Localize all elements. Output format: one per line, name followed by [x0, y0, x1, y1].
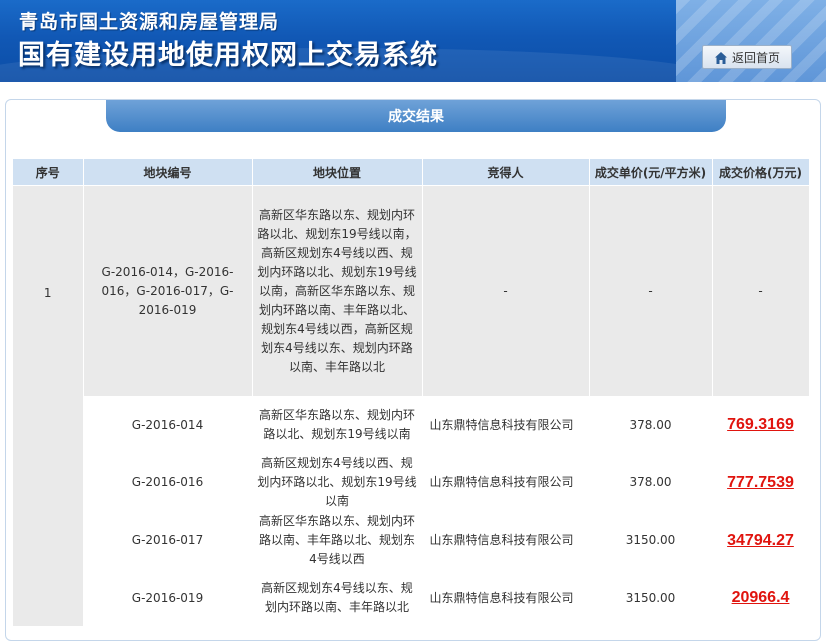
- total-price-value: -: [758, 283, 763, 298]
- winner-value: 山东鼎特信息科技有限公司: [429, 475, 574, 489]
- total-price-cell: 34794.27: [712, 511, 810, 570]
- parcel-id-value: G-2016-019: [131, 590, 204, 605]
- winner-value: 山东鼎特信息科技有限公司: [429, 417, 574, 432]
- unit-price-value: 3150.00: [625, 590, 676, 605]
- table-row: G-2016-016 高新区规划东4号线以西、规划内环路以北、规划东19号线以南…: [13, 453, 810, 512]
- location-cell: 高新区规划东4号线以东、规划内环路以南、丰年路以北: [252, 569, 423, 627]
- house-icon: [714, 50, 728, 64]
- parcel-ids-cell: G-2016-014，G-2016-016，G-2016-017，G-2016-…: [83, 185, 253, 397]
- seq-cell: 1: [13, 185, 84, 627]
- unit-price-cell: -: [589, 185, 713, 397]
- winner-value: 山东鼎特信息科技有限公司: [429, 533, 574, 547]
- winner-cell: 山东鼎特信息科技有限公司: [422, 453, 590, 512]
- location-value: 高新区规划东4号线以西、规划内环路以北、规划东19号线以南: [257, 456, 417, 508]
- return-home-label: 返回首页: [731, 50, 780, 65]
- location-cell: 高新区华东路以东、规划内环路以北、规划东19号线以南，高新区规划东4号线以西、规…: [252, 185, 423, 397]
- unit-price-cell: 378.00: [589, 396, 713, 454]
- location-value: 高新区华东路以东、规划内环路以南、丰年路以北、规划东4号线以西: [258, 514, 415, 566]
- location-value: 高新区华东路以东、规划内环路以北、规划东19号线以南，高新区规划东4号线以西、规…: [257, 207, 417, 374]
- location-value: 高新区华东路以东、规划内环路以北、规划东19号线以南: [258, 408, 415, 441]
- unit-price-value: 3150.00: [625, 533, 676, 547]
- total-price-cell: 769.3169: [712, 396, 810, 454]
- parcel-id-cell: G-2016-016: [83, 453, 253, 512]
- total-price-cell: 20966.4: [712, 569, 810, 627]
- panel-title: 成交结果: [106, 100, 726, 132]
- unit-price-cell: 3150.00: [589, 569, 713, 627]
- table-row: G-2016-014 高新区华东路以东、规划内环路以北、规划东19号线以南 山东…: [13, 396, 810, 454]
- table-header-row: 序号 地块编号 地块位置 竞得人 成交单价(元/平方米) 成交价格(万元): [13, 159, 810, 186]
- table-row: G-2016-019 高新区规划东4号线以东、规划内环路以南、丰年路以北 山东鼎…: [13, 569, 810, 627]
- system-title: 国有建设用地使用权网上交易系统: [18, 40, 438, 71]
- site-header: 青岛市国土资源和房屋管理局 国有建设用地使用权网上交易系统 返回首页: [0, 0, 826, 82]
- location-cell: 高新区规划东4号线以西、规划内环路以北、规划东19号线以南: [252, 453, 423, 512]
- column-header-location: 地块位置: [252, 159, 423, 186]
- parcel-id-cell: G-2016-017: [83, 511, 253, 570]
- column-header-unit-price: 成交单价(元/平方米): [589, 159, 713, 186]
- winner-cell: 山东鼎特信息科技有限公司: [422, 511, 590, 570]
- bureau-name: 青岛市国土资源和房屋管理局: [19, 11, 280, 33]
- unit-price-cell: 378.00: [589, 453, 713, 512]
- table-row: 1 G-2016-014，G-2016-016，G-2016-017，G-201…: [13, 185, 810, 627]
- column-header-total-price: 成交价格(万元): [712, 159, 810, 186]
- winner-value: -: [503, 283, 508, 298]
- parcel-id-value: G-2016-017: [131, 533, 204, 547]
- parcel-ids-value: G-2016-014，G-2016-016，G-2016-017，G-2016-…: [101, 264, 234, 317]
- total-price-link[interactable]: 20966.4: [732, 589, 790, 606]
- column-header-winner: 竞得人: [422, 159, 590, 186]
- table-row: G-2016-017 高新区华东路以东、规划内环路以南、丰年路以北、规划东4号线…: [13, 511, 810, 570]
- unit-price-value: -: [648, 283, 653, 298]
- unit-price-cell: 3150.00: [589, 511, 713, 570]
- unit-price-value: 378.00: [629, 417, 672, 432]
- total-price-cell: 777.7539: [712, 453, 810, 512]
- column-header-seq: 序号: [13, 159, 84, 186]
- total-price-cell: -: [712, 185, 810, 397]
- return-home-button[interactable]: 返回首页: [702, 45, 792, 69]
- header-tile-decoration: [676, 0, 826, 82]
- location-cell: 高新区华东路以东、规划内环路以南、丰年路以北、规划东4号线以西: [252, 511, 423, 570]
- parcel-id-cell: G-2016-019: [83, 569, 253, 627]
- winner-cell: -: [422, 185, 590, 397]
- location-value: 高新区规划东4号线以东、规划内环路以南、丰年路以北: [261, 581, 413, 614]
- total-price-link[interactable]: 777.7539: [727, 474, 794, 491]
- total-price-link[interactable]: 769.3169: [727, 416, 794, 433]
- winner-cell: 山东鼎特信息科技有限公司: [422, 396, 590, 454]
- winner-cell: 山东鼎特信息科技有限公司: [422, 569, 590, 627]
- location-cell: 高新区华东路以东、规划内环路以北、规划东19号线以南: [252, 396, 423, 454]
- parcel-id-value: G-2016-016: [131, 475, 204, 489]
- parcel-id-cell: G-2016-014: [83, 396, 253, 454]
- parcel-id-value: G-2016-014: [131, 417, 204, 432]
- seq-value: 1: [43, 286, 52, 300]
- winner-value: 山东鼎特信息科技有限公司: [429, 590, 574, 605]
- column-header-parcel-id: 地块编号: [83, 159, 253, 186]
- total-price-link[interactable]: 34794.27: [727, 532, 794, 549]
- unit-price-value: 378.00: [629, 475, 672, 489]
- result-table: 序号 地块编号 地块位置 竞得人 成交单价(元/平方米) 成交价格(万元) 1 …: [13, 159, 810, 627]
